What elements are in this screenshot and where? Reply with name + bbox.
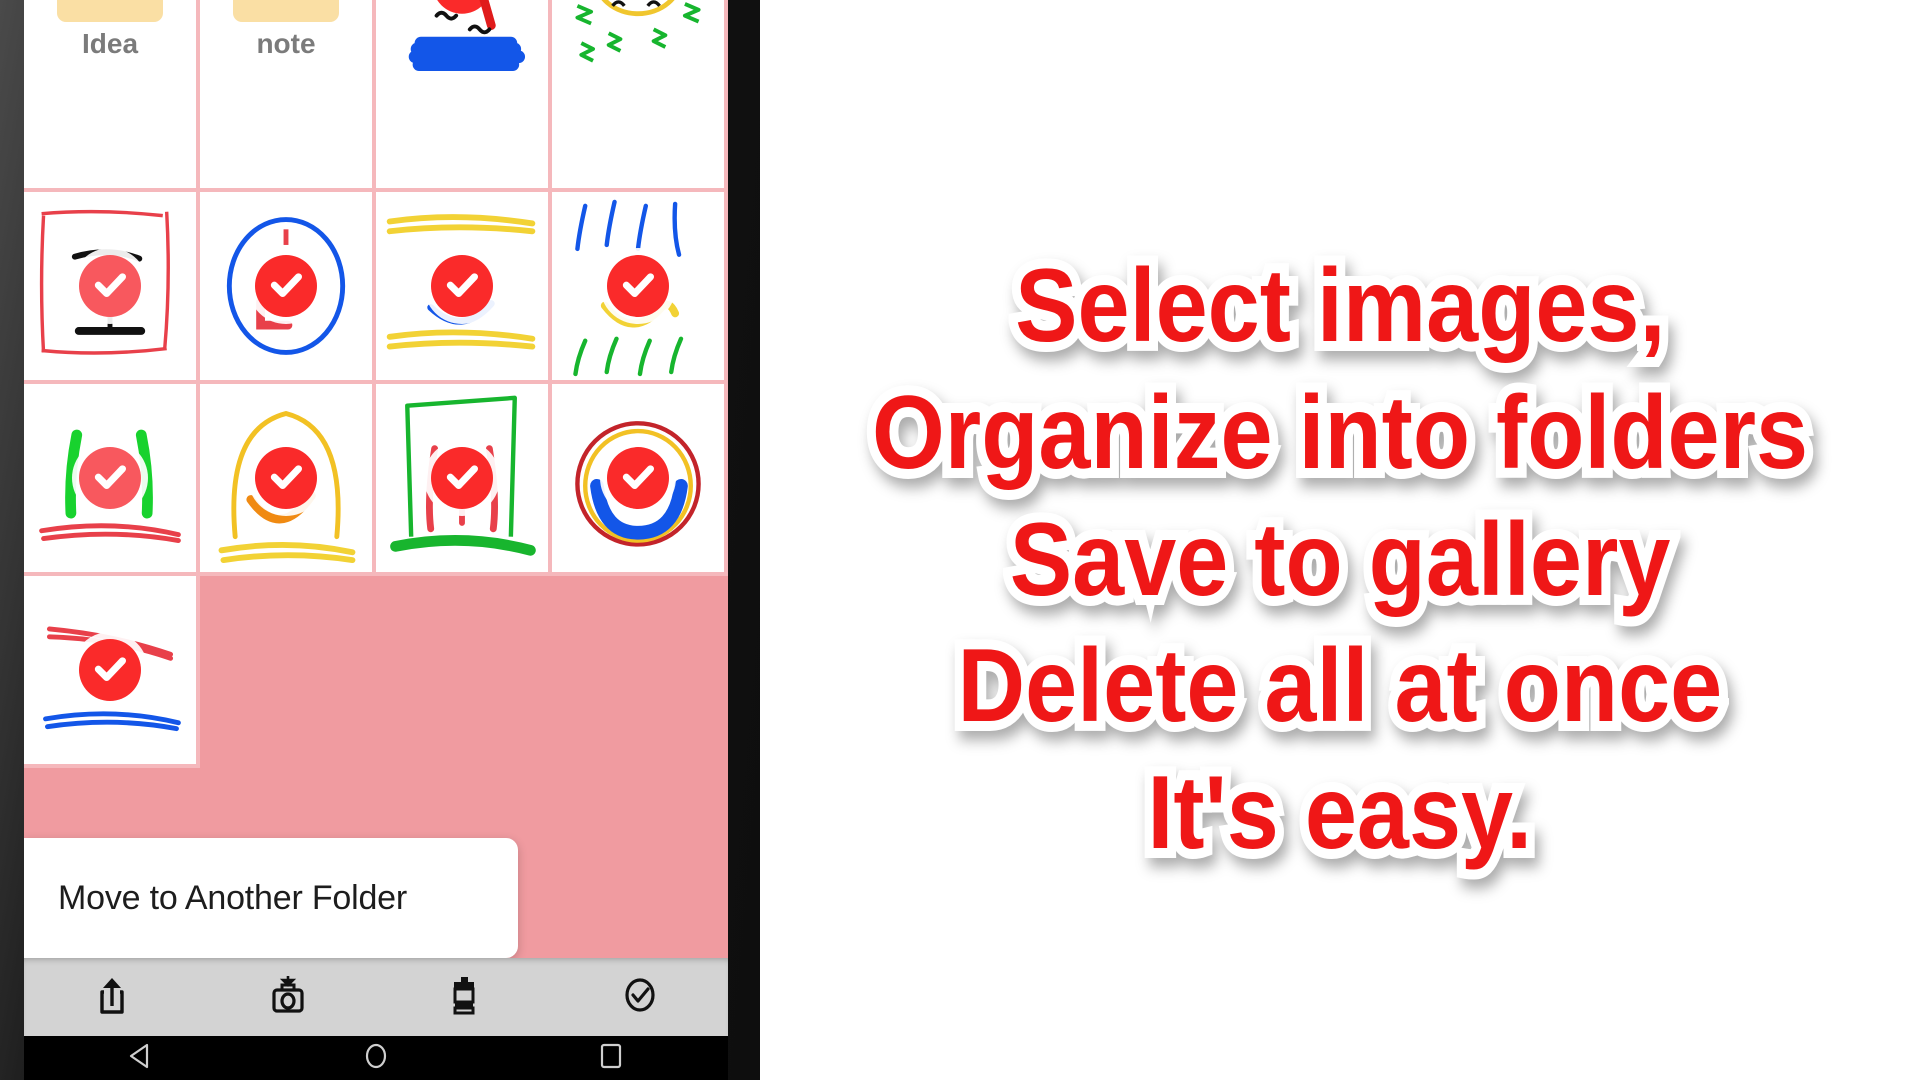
grid-cell-sketch[interactable]: [552, 0, 728, 192]
grid-cell-sketch[interactable]: [24, 192, 200, 384]
grid-cell-empty: [376, 576, 552, 768]
grid-cell-sketch[interactable]: [376, 192, 552, 384]
promo-line-3: Save to gallery: [1001, 492, 1680, 628]
grid-cell-sketch[interactable]: [24, 576, 200, 768]
selection-check-badge[interactable]: [255, 447, 317, 509]
select-all-button[interactable]: [552, 958, 728, 1036]
grid-cell-sketch[interactable]: [552, 384, 728, 576]
back-icon: [124, 1039, 158, 1078]
phone-bezel-highlight: [0, 0, 26, 1080]
android-nav-bar: [24, 1036, 728, 1080]
promo-line-5: It's easy.: [1139, 745, 1542, 881]
folder-icon: [233, 0, 339, 22]
folder-tile: note: [200, 0, 372, 188]
selection-check-badge[interactable]: [255, 255, 317, 317]
save-to-gallery-button[interactable]: [200, 958, 376, 1036]
grid-cell-folder[interactable]: note: [200, 0, 376, 192]
sketch-thumbnail: [376, 0, 548, 188]
selection-check-badge[interactable]: [607, 255, 669, 317]
back-button[interactable]: [109, 1036, 173, 1080]
grid-cell-sketch[interactable]: [200, 192, 376, 384]
folder-label: Idea: [81, 28, 139, 59]
move-to-folder-toast[interactable]: Move to Another Folder: [24, 838, 518, 958]
grid-cell-empty: [200, 576, 376, 768]
share-button[interactable]: [24, 958, 200, 1036]
home-icon: [359, 1039, 393, 1078]
folder-icon: [57, 0, 163, 22]
selection-check-badge[interactable]: [79, 639, 141, 701]
folder-label: note: [256, 28, 316, 59]
home-button[interactable]: [344, 1036, 408, 1080]
save-to-gallery-icon: [266, 972, 310, 1023]
promo-panel: Select images, Organize into folders Sav…: [760, 0, 1920, 1080]
promo-line-2: Organize into folders: [863, 365, 1817, 501]
action-toolbar: [24, 958, 728, 1036]
grid-cell-sketch[interactable]: [24, 384, 200, 576]
grid-cell-folder[interactable]: Idea: [24, 0, 200, 192]
grid-cell-sketch[interactable]: [552, 192, 728, 384]
recents-icon: [594, 1039, 628, 1078]
grid-cell-sketch[interactable]: [376, 0, 552, 192]
grid-cell-empty: [552, 576, 728, 768]
delete-icon: [442, 972, 486, 1023]
phone-screen: Idea note Move to Another Folder: [24, 0, 728, 1036]
promo-line-1: Select images,: [1006, 238, 1674, 374]
grid-cell-sketch[interactable]: [376, 384, 552, 576]
share-icon: [90, 972, 134, 1023]
select-all-icon: [618, 972, 662, 1023]
recents-button[interactable]: [579, 1036, 643, 1080]
promo-line-4: Delete all at once: [949, 618, 1732, 754]
phone-mockup: Idea note Move to Another Folder: [0, 0, 760, 1080]
selection-check-badge[interactable]: [79, 255, 141, 317]
selection-check-badge[interactable]: [431, 255, 493, 317]
selection-check-badge[interactable]: [607, 447, 669, 509]
sketch-thumbnail: [552, 0, 724, 188]
selection-check-badge[interactable]: [431, 447, 493, 509]
grid-cell-sketch[interactable]: [200, 384, 376, 576]
delete-button[interactable]: [376, 958, 552, 1036]
selection-check-badge[interactable]: [79, 447, 141, 509]
folder-tile: Idea: [24, 0, 196, 188]
image-grid: Idea note: [24, 0, 728, 768]
toast-message: Move to Another Folder: [58, 878, 408, 917]
